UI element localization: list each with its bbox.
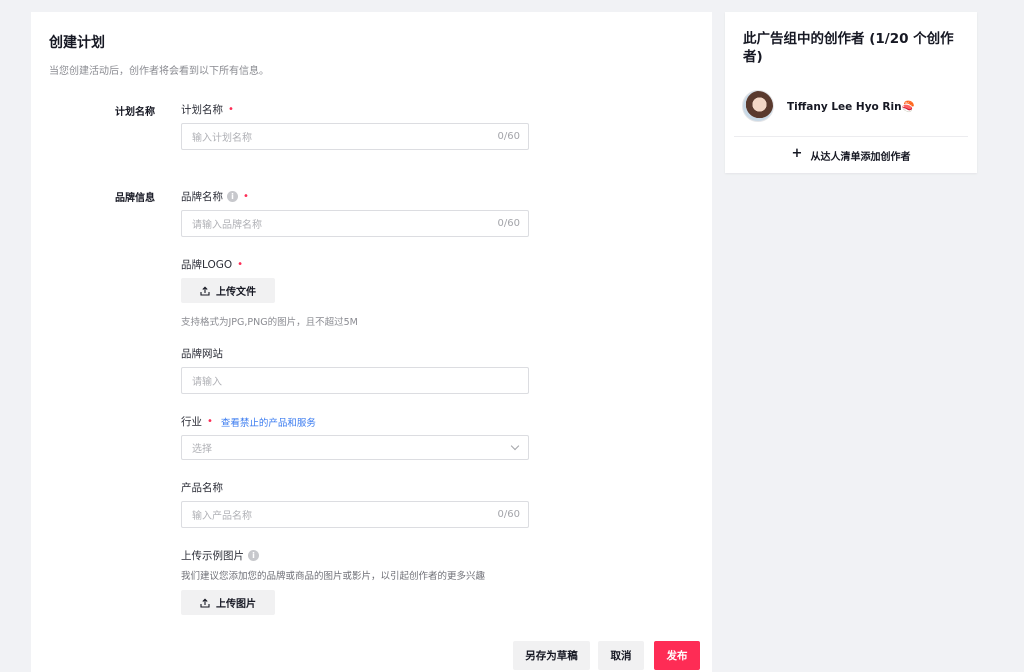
plan-name-placeholder: 输入计划名称 [192, 133, 252, 144]
brand-logo-label: 品牌LOGO • [181, 257, 243, 272]
upload-file-label: 上传文件 [216, 287, 256, 298]
divider [734, 136, 968, 137]
page-title: 创建计划 [49, 35, 105, 51]
plus-icon: + [791, 146, 803, 161]
brand-website-input[interactable]: 请输入 [181, 367, 529, 394]
required-mark: • [228, 104, 234, 115]
required-mark: • [207, 416, 213, 427]
brand-website-placeholder: 请输入 [192, 377, 222, 388]
product-name-input[interactable]: 输入产品名称 0/60 [181, 501, 529, 528]
industry-select[interactable]: 选择 [181, 435, 529, 460]
product-name-placeholder: 输入产品名称 [192, 511, 252, 522]
creator-item[interactable]: Tiffany Lee Hyo Rin🍣 [742, 90, 915, 122]
page-subtitle: 当您创建活动后，创作者将会看到以下所有信息。 [49, 66, 269, 77]
save-draft-button[interactable]: 另存为草稿 [513, 641, 590, 670]
creators-panel: 此广告组中的创作者 (1/20 个创作者) Tiffany Lee Hyo Ri… [725, 12, 977, 173]
sample-images-label-text: 上传示例图片 [181, 550, 244, 562]
info-icon[interactable]: i [248, 550, 259, 561]
section-label-brand: 品牌信息 [115, 193, 155, 204]
plan-name-label-text: 计划名称 [181, 104, 223, 116]
required-mark: • [237, 259, 244, 270]
add-creator-label: 从达人清单添加创作者 [810, 152, 911, 163]
sample-images-label: 上传示例图片 i [181, 548, 259, 563]
creators-panel-title: 此广告组中的创作者 (1/20 个创作者) [743, 31, 954, 65]
plan-name-counter: 0/60 [497, 131, 520, 142]
chevron-down-icon [510, 441, 520, 450]
upload-image-button[interactable]: 上传图片 [181, 590, 275, 615]
add-creator-button[interactable]: + 从达人清单添加创作者 [725, 146, 977, 163]
brand-website-label-text: 品牌网站 [181, 348, 223, 360]
sample-images-hint: 我们建议您添加您的品牌或商品的图片或影片，以引起创作者的更多兴趣 [181, 571, 486, 582]
upload-icon [200, 286, 210, 296]
industry-label: 行业 • 查看禁止的产品和服务 [181, 414, 316, 429]
product-name-label-text: 产品名称 [181, 482, 223, 494]
creator-name: Tiffany Lee Hyo Rin🍣 [787, 100, 915, 113]
create-plan-form: 创建计划 当您创建活动后，创作者将会看到以下所有信息。 计划名称 计划名称 • … [31, 12, 712, 627]
action-bar: 另存为草稿 取消 发布 [31, 627, 712, 672]
avatar [742, 90, 774, 122]
brand-name-counter: 0/60 [497, 218, 520, 229]
section-label-plan: 计划名称 [115, 107, 155, 118]
brand-website-label: 品牌网站 [181, 346, 223, 361]
industry-placeholder: 选择 [192, 444, 212, 455]
industry-label-text: 行业 [181, 416, 202, 428]
plan-name-label: 计划名称 • [181, 102, 234, 117]
brand-name-label-text: 品牌名称 [181, 191, 223, 203]
product-name-counter: 0/60 [497, 509, 520, 520]
brand-name-placeholder: 请输入品牌名称 [192, 220, 262, 231]
brand-name-label: 品牌名称 i • [181, 189, 249, 204]
plan-name-input[interactable]: 输入计划名称 0/60 [181, 123, 529, 150]
upload-file-button[interactable]: 上传文件 [181, 278, 275, 303]
upload-image-label: 上传图片 [216, 599, 256, 610]
required-mark: • [243, 191, 249, 202]
upload-icon [200, 598, 210, 608]
cancel-button[interactable]: 取消 [598, 641, 644, 670]
publish-button[interactable]: 发布 [654, 641, 700, 670]
product-name-label: 产品名称 [181, 480, 223, 495]
brand-logo-hint: 支持格式为JPG,PNG的图片，且不超过5M [181, 317, 358, 328]
info-icon[interactable]: i [227, 191, 238, 202]
brand-name-input[interactable]: 请输入品牌名称 0/60 [181, 210, 529, 237]
prohibited-products-link[interactable]: 查看禁止的产品和服务 [221, 415, 316, 429]
brand-logo-label-text: 品牌LOGO [181, 259, 233, 271]
